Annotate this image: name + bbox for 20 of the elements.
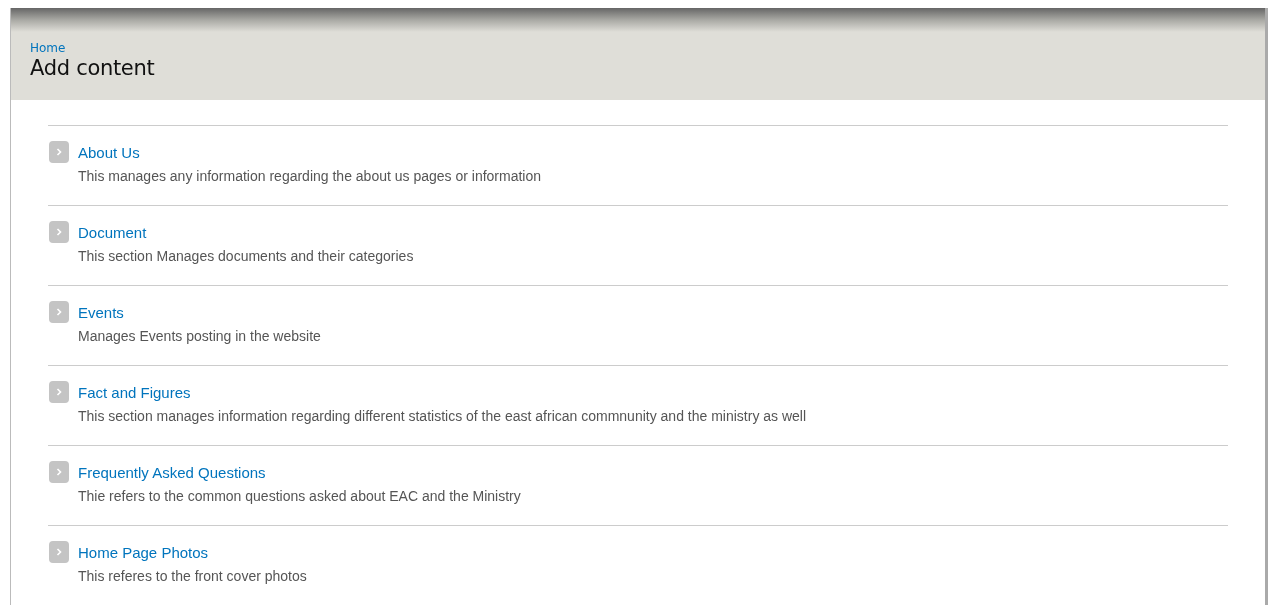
content-type-link[interactable]: About Us — [78, 143, 140, 161]
content-type-description: Thie refers to the common questions asked about EAC and the Ministry — [78, 488, 522, 504]
content-type-description: This referes to the front cover photos — [78, 568, 308, 584]
content-type-link[interactable]: Frequently Asked Questions — [78, 463, 266, 481]
content-type-description: This section Manages documents and their categories — [78, 248, 415, 264]
chevron-right-icon — [49, 221, 69, 243]
content-type-description: This manages any information regarding the about us pages or information — [78, 168, 543, 184]
content-type-link[interactable]: Home Page Photos — [78, 543, 209, 561]
breadcrumb-link[interactable]: Home — [30, 41, 66, 55]
content-type-link[interactable]: Fact and Figures — [78, 383, 191, 401]
chevron-right-icon — [49, 541, 69, 563]
content-type-link[interactable]: Events — [78, 303, 124, 321]
chevron-right-icon — [49, 141, 69, 163]
page-title: Add content — [30, 56, 156, 80]
content-type-link[interactable]: Document — [78, 223, 147, 241]
chevron-right-icon — [49, 461, 69, 483]
chevron-right-icon — [49, 381, 69, 403]
content-type-description: This section manages information regarding different statistics of the east african commnunity and the ministry as well — [78, 408, 808, 424]
chevron-right-icon — [49, 301, 69, 323]
content-type-description: Manages Events posting in the website — [78, 328, 322, 344]
